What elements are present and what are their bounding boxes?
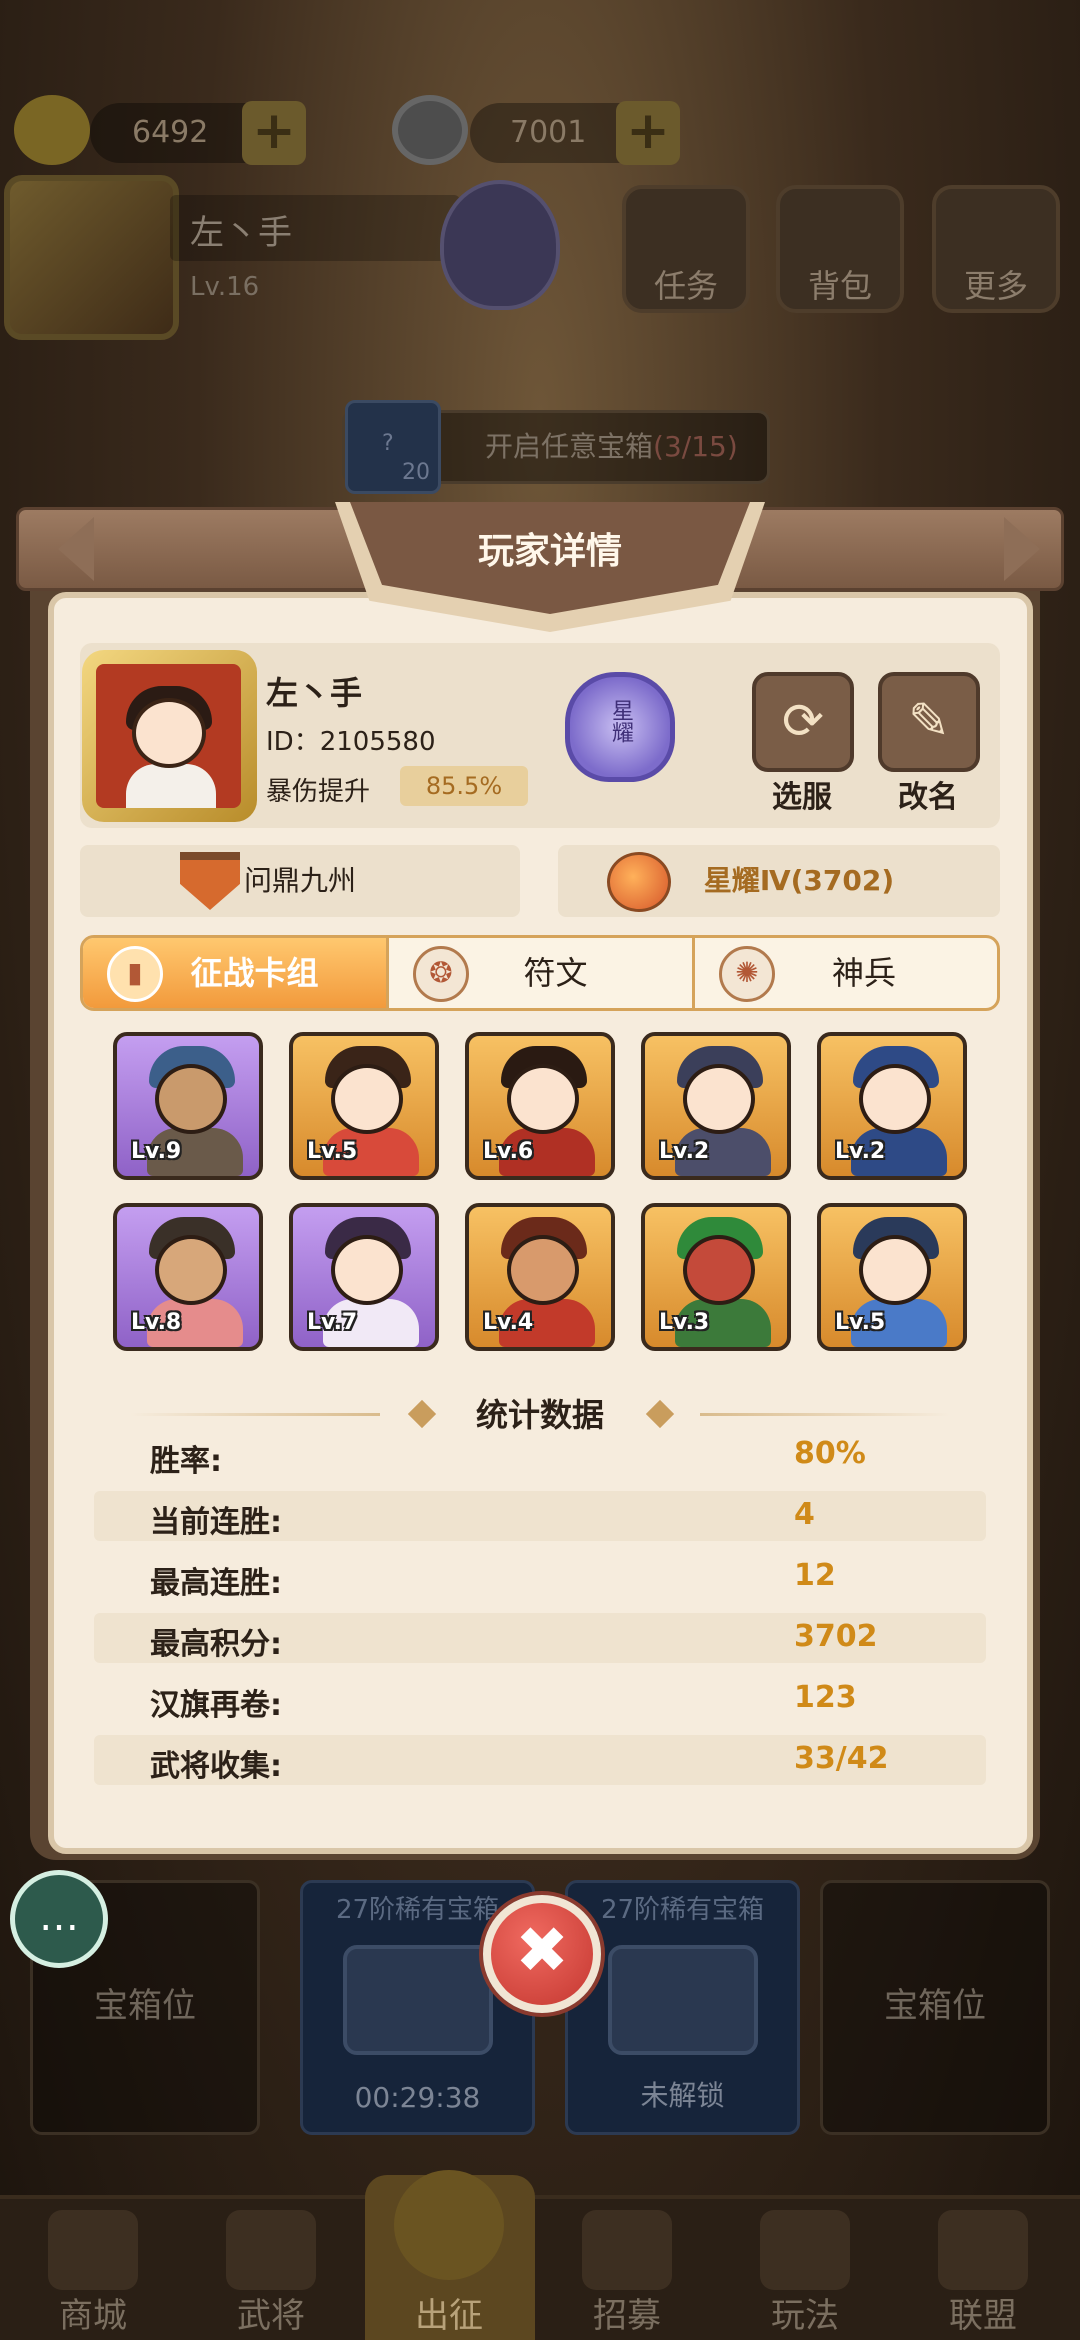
stat-row-best-streak: 最高连胜: 12 bbox=[150, 1558, 836, 1601]
hero-card[interactable]: Lv.5 bbox=[289, 1032, 439, 1180]
close-button[interactable]: ✖ bbox=[483, 1895, 601, 2013]
nav-shop[interactable]: 商城 bbox=[4, 2200, 182, 2340]
detail-tabs: ▮ 征战卡组 ❂ 符文 ✺ 神兵 bbox=[80, 935, 1000, 1011]
shop-icon bbox=[48, 2210, 138, 2290]
scroll-icon bbox=[582, 2210, 672, 2290]
chest-slot-4[interactable]: 宝箱位 bbox=[820, 1880, 1050, 2135]
hero-card[interactable]: Lv.6 bbox=[465, 1032, 615, 1180]
title-arrow-right-decoration bbox=[1004, 517, 1040, 581]
hero-card[interactable]: Lv.3 bbox=[641, 1203, 791, 1351]
hero-level: Lv.6 bbox=[483, 1139, 534, 1164]
avatar-portrait bbox=[96, 664, 241, 808]
general-icon bbox=[226, 2210, 316, 2290]
hero-card[interactable]: Lv.5 bbox=[817, 1203, 967, 1351]
hero-card[interactable]: Lv.2 bbox=[817, 1032, 967, 1180]
rename-label: 改名 bbox=[898, 780, 958, 815]
hero-card[interactable]: Lv.9 bbox=[113, 1032, 263, 1180]
card-deck-icon: ▮ bbox=[107, 946, 163, 1002]
hero-card[interactable]: Lv.8 bbox=[113, 1203, 263, 1351]
hero-level: Lv.4 bbox=[483, 1310, 534, 1335]
refresh-icon: ⟳ bbox=[782, 692, 824, 750]
title-arrow-left-decoration bbox=[58, 517, 94, 581]
nav-recruit[interactable]: 招募 bbox=[538, 2200, 716, 2340]
chest-icon bbox=[343, 1945, 493, 2055]
background-player-level: Lv.16 bbox=[190, 272, 260, 302]
chest-icon bbox=[608, 1945, 758, 2055]
tab-runes[interactable]: ❂ 符文 bbox=[389, 938, 695, 1008]
hero-level: Lv.2 bbox=[835, 1139, 886, 1164]
nav-modes[interactable]: 玩法 bbox=[716, 2200, 894, 2340]
nav-battle[interactable]: 出征 bbox=[360, 2170, 538, 2340]
bag-menu-button[interactable]: 背包 bbox=[776, 185, 904, 313]
hero-card[interactable]: Lv.2 bbox=[641, 1032, 791, 1180]
hero-level: Lv.2 bbox=[659, 1139, 710, 1164]
guild-name: 问鼎九州 bbox=[243, 864, 356, 897]
stats-divider-left bbox=[130, 1413, 380, 1416]
rank-text: 星耀Ⅳ(3702) bbox=[703, 864, 895, 897]
nav-generals[interactable]: 武将 bbox=[182, 2200, 360, 2340]
chat-button[interactable]: … bbox=[10, 1870, 108, 1968]
hero-level: Lv.9 bbox=[131, 1139, 182, 1164]
hero-level: Lv.7 bbox=[307, 1310, 358, 1335]
edit-icon: ✎ bbox=[908, 692, 950, 750]
close-icon: ✖ bbox=[515, 1914, 569, 1988]
rune-swirl-icon: ❂ bbox=[413, 946, 469, 1002]
player-id: ID：2105580 bbox=[266, 727, 436, 757]
battle-drum-icon bbox=[394, 2170, 504, 2280]
rank-badge: 星耀 bbox=[565, 672, 675, 782]
select-server-label: 选服 bbox=[772, 780, 832, 815]
flag-icon bbox=[938, 2210, 1028, 2290]
chest-task-icon: ? 20 bbox=[345, 400, 441, 494]
chat-bubble-icon: … bbox=[39, 1894, 79, 1940]
rank-badge-text: 星耀 bbox=[608, 699, 633, 743]
shell-icon: ✺ bbox=[719, 946, 775, 1002]
tab-divine-weapons[interactable]: ✺ 神兵 bbox=[695, 938, 997, 1008]
coin-icon bbox=[392, 95, 468, 165]
stat-row-current-streak: 当前连胜: 4 bbox=[94, 1491, 986, 1541]
stat-row-win-rate: 胜率: 80% bbox=[150, 1436, 866, 1479]
stat-row-han-banner: 汉旗再卷: 123 bbox=[150, 1680, 857, 1723]
stats-divider-right bbox=[700, 1413, 950, 1416]
more-menu-button[interactable]: 更多 bbox=[932, 185, 1060, 313]
hero-card[interactable]: Lv.4 bbox=[465, 1203, 615, 1351]
add-coin-button[interactable]: + bbox=[616, 101, 680, 165]
tab-battle-deck[interactable]: ▮ 征战卡组 bbox=[83, 938, 389, 1008]
player-name: 左丶手 bbox=[266, 674, 363, 712]
nav-alliance[interactable]: 联盟 bbox=[894, 2200, 1072, 2340]
hero-level: Lv.8 bbox=[131, 1310, 182, 1335]
crit-damage-value: 85.5% bbox=[400, 766, 528, 806]
crit-damage-label: 暴伤提升 bbox=[266, 777, 371, 807]
hero-card[interactable]: Lv.7 bbox=[289, 1203, 439, 1351]
hero-level: Lv.3 bbox=[659, 1310, 710, 1335]
background-player-name: 左丶手 bbox=[190, 213, 292, 253]
avatar-body bbox=[126, 764, 216, 808]
avatar bbox=[82, 650, 257, 822]
add-gold-button[interactable]: + bbox=[242, 101, 306, 165]
hero-level: Lv.5 bbox=[307, 1139, 358, 1164]
rename-button[interactable]: ✎ bbox=[878, 672, 980, 772]
avatar-frame bbox=[82, 650, 257, 822]
stat-row-general-collection: 武将收集: 33/42 bbox=[94, 1735, 986, 1785]
avatar-face bbox=[132, 698, 206, 768]
select-server-button[interactable]: ⟳ bbox=[752, 672, 854, 772]
stat-row-best-score: 最高积分: 3702 bbox=[94, 1613, 986, 1663]
hero-level: Lv.5 bbox=[835, 1310, 886, 1335]
background-rank-badge[interactable] bbox=[440, 180, 560, 310]
modal-title: 玩家详情 bbox=[477, 531, 622, 572]
medal-pot-icon bbox=[607, 852, 671, 912]
palace-icon bbox=[760, 2210, 850, 2290]
gold-ingot-icon bbox=[14, 95, 90, 165]
chest-slot-3[interactable]: 27阶稀有宝箱 未解锁 bbox=[565, 1880, 800, 2135]
guild-pill: 问鼎九州 bbox=[80, 845, 520, 917]
task-menu-button[interactable]: 任务 bbox=[622, 185, 750, 313]
background-avatar[interactable] bbox=[4, 175, 179, 340]
